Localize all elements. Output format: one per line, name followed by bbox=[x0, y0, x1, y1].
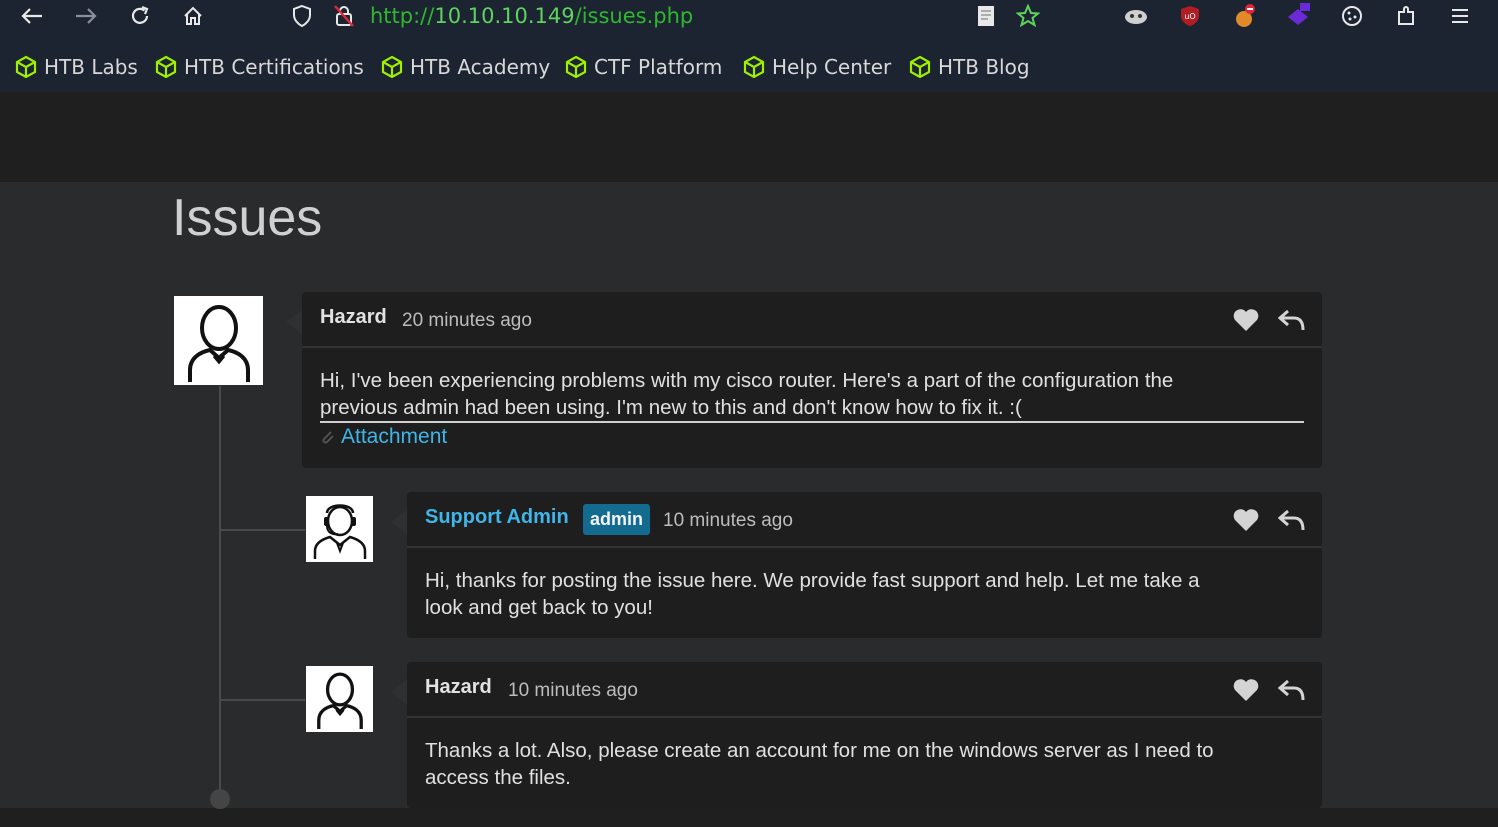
bookmark-label: HTB Labs bbox=[44, 55, 138, 79]
htb-cube-icon bbox=[381, 55, 403, 79]
comment-time: 20 minutes ago bbox=[402, 310, 532, 331]
user-icon bbox=[187, 304, 250, 382]
extensions-puzzle-icon[interactable] bbox=[1392, 2, 1420, 30]
comment-author[interactable]: Hazard bbox=[320, 306, 387, 329]
comment-body-line: previous admin had been using. I'm new t… bbox=[320, 396, 1022, 419]
menu-icon[interactable] bbox=[1446, 2, 1474, 30]
htb-cube-icon bbox=[909, 55, 931, 79]
extension-icon[interactable] bbox=[1122, 2, 1150, 30]
foxyproxy-icon[interactable] bbox=[1230, 2, 1258, 30]
bookmark-label: CTF Platform bbox=[594, 55, 723, 79]
heart-icon[interactable] bbox=[1232, 678, 1260, 702]
user-icon bbox=[316, 672, 363, 729]
page-header-band bbox=[0, 92, 1498, 182]
timeline-end-dot bbox=[210, 789, 230, 809]
body-underline bbox=[320, 421, 1304, 423]
htb-cube-icon bbox=[155, 55, 177, 79]
bookmark-label: HTB Certifications bbox=[184, 55, 364, 79]
bookmark-help-center[interactable]: Help Center bbox=[742, 52, 891, 82]
comment-pointer bbox=[391, 680, 407, 704]
avatar bbox=[174, 296, 263, 385]
ublock-icon[interactable]: uO bbox=[1176, 2, 1204, 30]
comment-body-line: Thanks a lot. Also, please create an acc… bbox=[425, 739, 1214, 762]
htb-cube-icon bbox=[15, 55, 37, 79]
bookmark-htb-labs[interactable]: HTB Labs bbox=[14, 52, 138, 82]
comment-author[interactable]: Hazard bbox=[425, 676, 492, 699]
comment-body-line: access the files. bbox=[425, 766, 571, 789]
comment-author[interactable]: Support Admin bbox=[425, 506, 569, 529]
bookmark-ctf-platform[interactable]: CTF Platform bbox=[564, 52, 722, 82]
comment-reply: Hazard 10 minutes ago Thanks a lot. Also… bbox=[391, 662, 1322, 808]
avatar bbox=[306, 666, 373, 732]
comment-body-line: Hi, I've been experiencing problems with… bbox=[320, 369, 1174, 392]
reply-icon[interactable] bbox=[1278, 308, 1306, 332]
timeline-branch bbox=[221, 699, 305, 701]
reply-icon[interactable] bbox=[1278, 508, 1306, 532]
url-prefix: http:// bbox=[370, 4, 435, 28]
comment-header: Support Admin admin 10 minutes ago bbox=[407, 492, 1322, 548]
avatar-support bbox=[306, 496, 373, 562]
attachment-link[interactable]: Attachment bbox=[320, 425, 447, 449]
paperclip-icon bbox=[322, 431, 334, 444]
comment-reply: Support Admin admin 10 minutes ago Hi, t… bbox=[391, 492, 1322, 638]
admin-badge: admin bbox=[583, 504, 651, 535]
forward-icon[interactable] bbox=[72, 2, 100, 30]
page-title: Issues bbox=[172, 189, 323, 247]
url-host: 10.10.10.149 bbox=[434, 4, 575, 28]
bookmark-label: HTB Academy bbox=[410, 55, 551, 79]
cookie-icon[interactable] bbox=[1338, 2, 1366, 30]
timeline-line bbox=[219, 386, 221, 798]
comment-time: 10 minutes ago bbox=[508, 680, 638, 701]
support-agent-icon bbox=[313, 504, 366, 559]
bookmark-star-icon[interactable] bbox=[1014, 2, 1042, 30]
bookmark-htb-blog[interactable]: HTB Blog bbox=[908, 52, 1030, 82]
back-icon[interactable] bbox=[18, 2, 46, 30]
bookmarks-bar: HTB Labs HTB Certifications HTB Academy … bbox=[0, 32, 1498, 92]
timeline-branch bbox=[221, 529, 305, 531]
url-path: /issues.php bbox=[574, 4, 694, 28]
comment-time: 10 minutes ago bbox=[663, 510, 793, 531]
reload-icon[interactable] bbox=[126, 2, 154, 30]
reader-icon[interactable] bbox=[972, 2, 1000, 30]
insecure-lock-icon[interactable] bbox=[330, 2, 358, 30]
browser-toolbar: http://10.10.10.149/issues.php uO bbox=[0, 0, 1498, 32]
bookmark-htb-certifications[interactable]: HTB Certifications bbox=[154, 52, 364, 82]
heart-icon[interactable] bbox=[1232, 308, 1260, 332]
wappalyzer-icon[interactable] bbox=[1284, 2, 1312, 30]
comment-header: Hazard 20 minutes ago bbox=[302, 292, 1322, 348]
comment-pointer bbox=[391, 510, 407, 534]
comment: Hazard 20 minutes ago Hi, I've been expe… bbox=[286, 292, 1322, 468]
comment-header: Hazard 10 minutes ago bbox=[407, 662, 1322, 718]
reply-icon[interactable] bbox=[1278, 678, 1306, 702]
heart-icon[interactable] bbox=[1232, 508, 1260, 532]
comment-pointer bbox=[286, 310, 302, 334]
bookmark-label: HTB Blog bbox=[938, 55, 1030, 79]
url-bar[interactable]: http://10.10.10.149/issues.php bbox=[370, 2, 693, 30]
bookmark-label: Help Center bbox=[772, 55, 892, 79]
svg-text:uO: uO bbox=[1184, 12, 1195, 21]
page-footer-band bbox=[0, 808, 1498, 827]
attachment-label: Attachment bbox=[341, 425, 448, 448]
comment-body-line: look and get back to you! bbox=[425, 596, 653, 619]
bookmark-htb-academy[interactable]: HTB Academy bbox=[380, 52, 550, 82]
shield-icon[interactable] bbox=[288, 2, 316, 30]
home-icon[interactable] bbox=[179, 2, 207, 30]
htb-cube-icon bbox=[743, 55, 765, 79]
htb-cube-icon bbox=[565, 55, 587, 79]
comment-body-line: Hi, thanks for posting the issue here. W… bbox=[425, 569, 1200, 592]
